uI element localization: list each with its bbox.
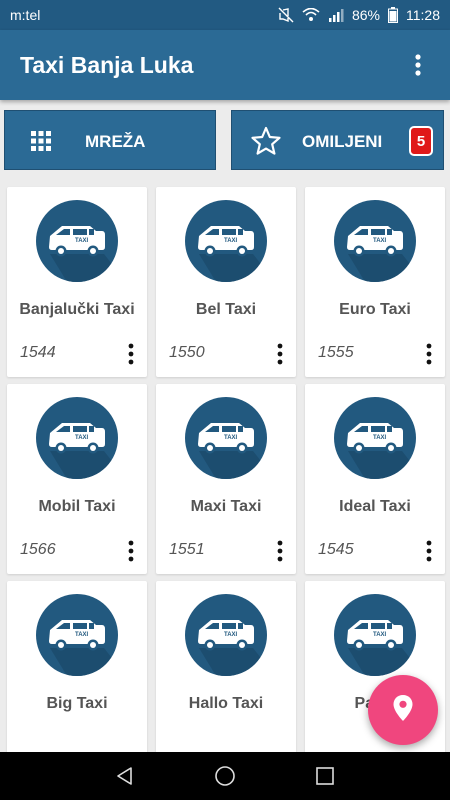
card-more-vert-icon[interactable] bbox=[421, 538, 437, 564]
taxi-sign-label: TAXI bbox=[75, 435, 89, 441]
card-more-vert-icon[interactable] bbox=[123, 341, 139, 367]
taxi-name: Euro Taxi bbox=[339, 301, 411, 318]
favorites-count-badge: 5 bbox=[409, 126, 433, 156]
taxi-card[interactable]: TAXI Banjalučki Taxi 1544 bbox=[7, 187, 147, 377]
taxi-name: Maxi Taxi bbox=[190, 498, 262, 515]
carrier-name: m:tel bbox=[10, 7, 41, 23]
taxi-name: Big Taxi bbox=[46, 695, 108, 712]
app-bar: Taxi Banja Luka bbox=[0, 30, 450, 100]
taxi-sign-label: TAXI bbox=[224, 632, 238, 638]
taxi-sign-label: TAXI bbox=[75, 632, 89, 638]
status-bar: m:tel 86% 11:28 bbox=[0, 0, 450, 30]
app-title: Taxi Banja Luka bbox=[20, 51, 194, 78]
card-more-vert-icon[interactable] bbox=[272, 341, 288, 367]
home-icon[interactable] bbox=[205, 756, 245, 796]
tab-omiljeni-label: OMILJENI bbox=[302, 132, 383, 151]
taxi-sign-label: TAXI bbox=[373, 435, 387, 441]
back-icon[interactable] bbox=[105, 756, 145, 796]
taxi-sign-label: TAXI bbox=[75, 238, 89, 244]
signal-icon bbox=[328, 8, 344, 22]
battery-percent: 86% bbox=[351, 7, 380, 23]
card-more-vert-icon[interactable] bbox=[421, 341, 437, 367]
taxi-card[interactable]: TAXI Mobil Taxi 1566 bbox=[7, 384, 147, 574]
taxi-name: Ideal Taxi bbox=[339, 498, 411, 515]
taxi-phone-number: 1555 bbox=[318, 344, 354, 361]
star-outline-icon bbox=[250, 125, 282, 162]
taxi-sign-label: TAXI bbox=[224, 238, 238, 244]
taxi-phone-number: 1551 bbox=[169, 541, 205, 558]
recents-icon[interactable] bbox=[305, 756, 345, 796]
taxi-card[interactable]: TAXIPatro bbox=[305, 581, 445, 771]
more-vert-icon[interactable] bbox=[406, 45, 430, 85]
taxi-card[interactable]: TAXI Big Taxi bbox=[7, 581, 147, 771]
battery-icon bbox=[388, 7, 398, 23]
taxi-phone-number: 1544 bbox=[20, 344, 56, 361]
taxi-card[interactable]: TAXI Hallo Taxi bbox=[156, 581, 296, 771]
taxi-card[interactable]: TAXI Bel Taxi 1550 bbox=[156, 187, 296, 377]
taxi-sign-label: TAXI bbox=[373, 238, 387, 244]
clock: 11:28 bbox=[406, 7, 440, 23]
tab-mreza-label: MREŽA bbox=[85, 132, 146, 151]
taxi-phone-number: 1566 bbox=[20, 541, 56, 558]
taxi-name: Hallo Taxi bbox=[188, 695, 264, 712]
wifi-icon bbox=[302, 8, 320, 22]
taxi-name: Mobil Taxi bbox=[38, 498, 116, 515]
taxi-sign-label: TAXI bbox=[373, 632, 387, 638]
grid-icon bbox=[27, 127, 55, 160]
taxi-phone-number: 1545 bbox=[318, 541, 354, 558]
tab-omiljeni[interactable]: OMILJENI 5 bbox=[231, 110, 444, 170]
location-pin-icon bbox=[392, 694, 414, 727]
mute-icon bbox=[278, 7, 294, 23]
taxi-sign-label: TAXI bbox=[224, 435, 238, 441]
taxi-card[interactable]: TAXI Ideal Taxi 1545 bbox=[305, 384, 445, 574]
tab-mreza[interactable]: MREŽA bbox=[4, 110, 216, 170]
navigation-bar bbox=[0, 752, 450, 800]
taxi-card[interactable]: TAXI Euro Taxi 1555 bbox=[305, 187, 445, 377]
taxi-card[interactable]: TAXI Maxi Taxi 1551 bbox=[156, 384, 296, 574]
taxi-name: Banjalučki Taxi bbox=[19, 301, 135, 318]
taxi-phone-number: 1550 bbox=[169, 344, 205, 361]
location-fab-button[interactable] bbox=[368, 675, 438, 745]
card-more-vert-icon[interactable] bbox=[123, 538, 139, 564]
card-more-vert-icon[interactable] bbox=[272, 538, 288, 564]
taxi-name: Bel Taxi bbox=[195, 301, 257, 318]
